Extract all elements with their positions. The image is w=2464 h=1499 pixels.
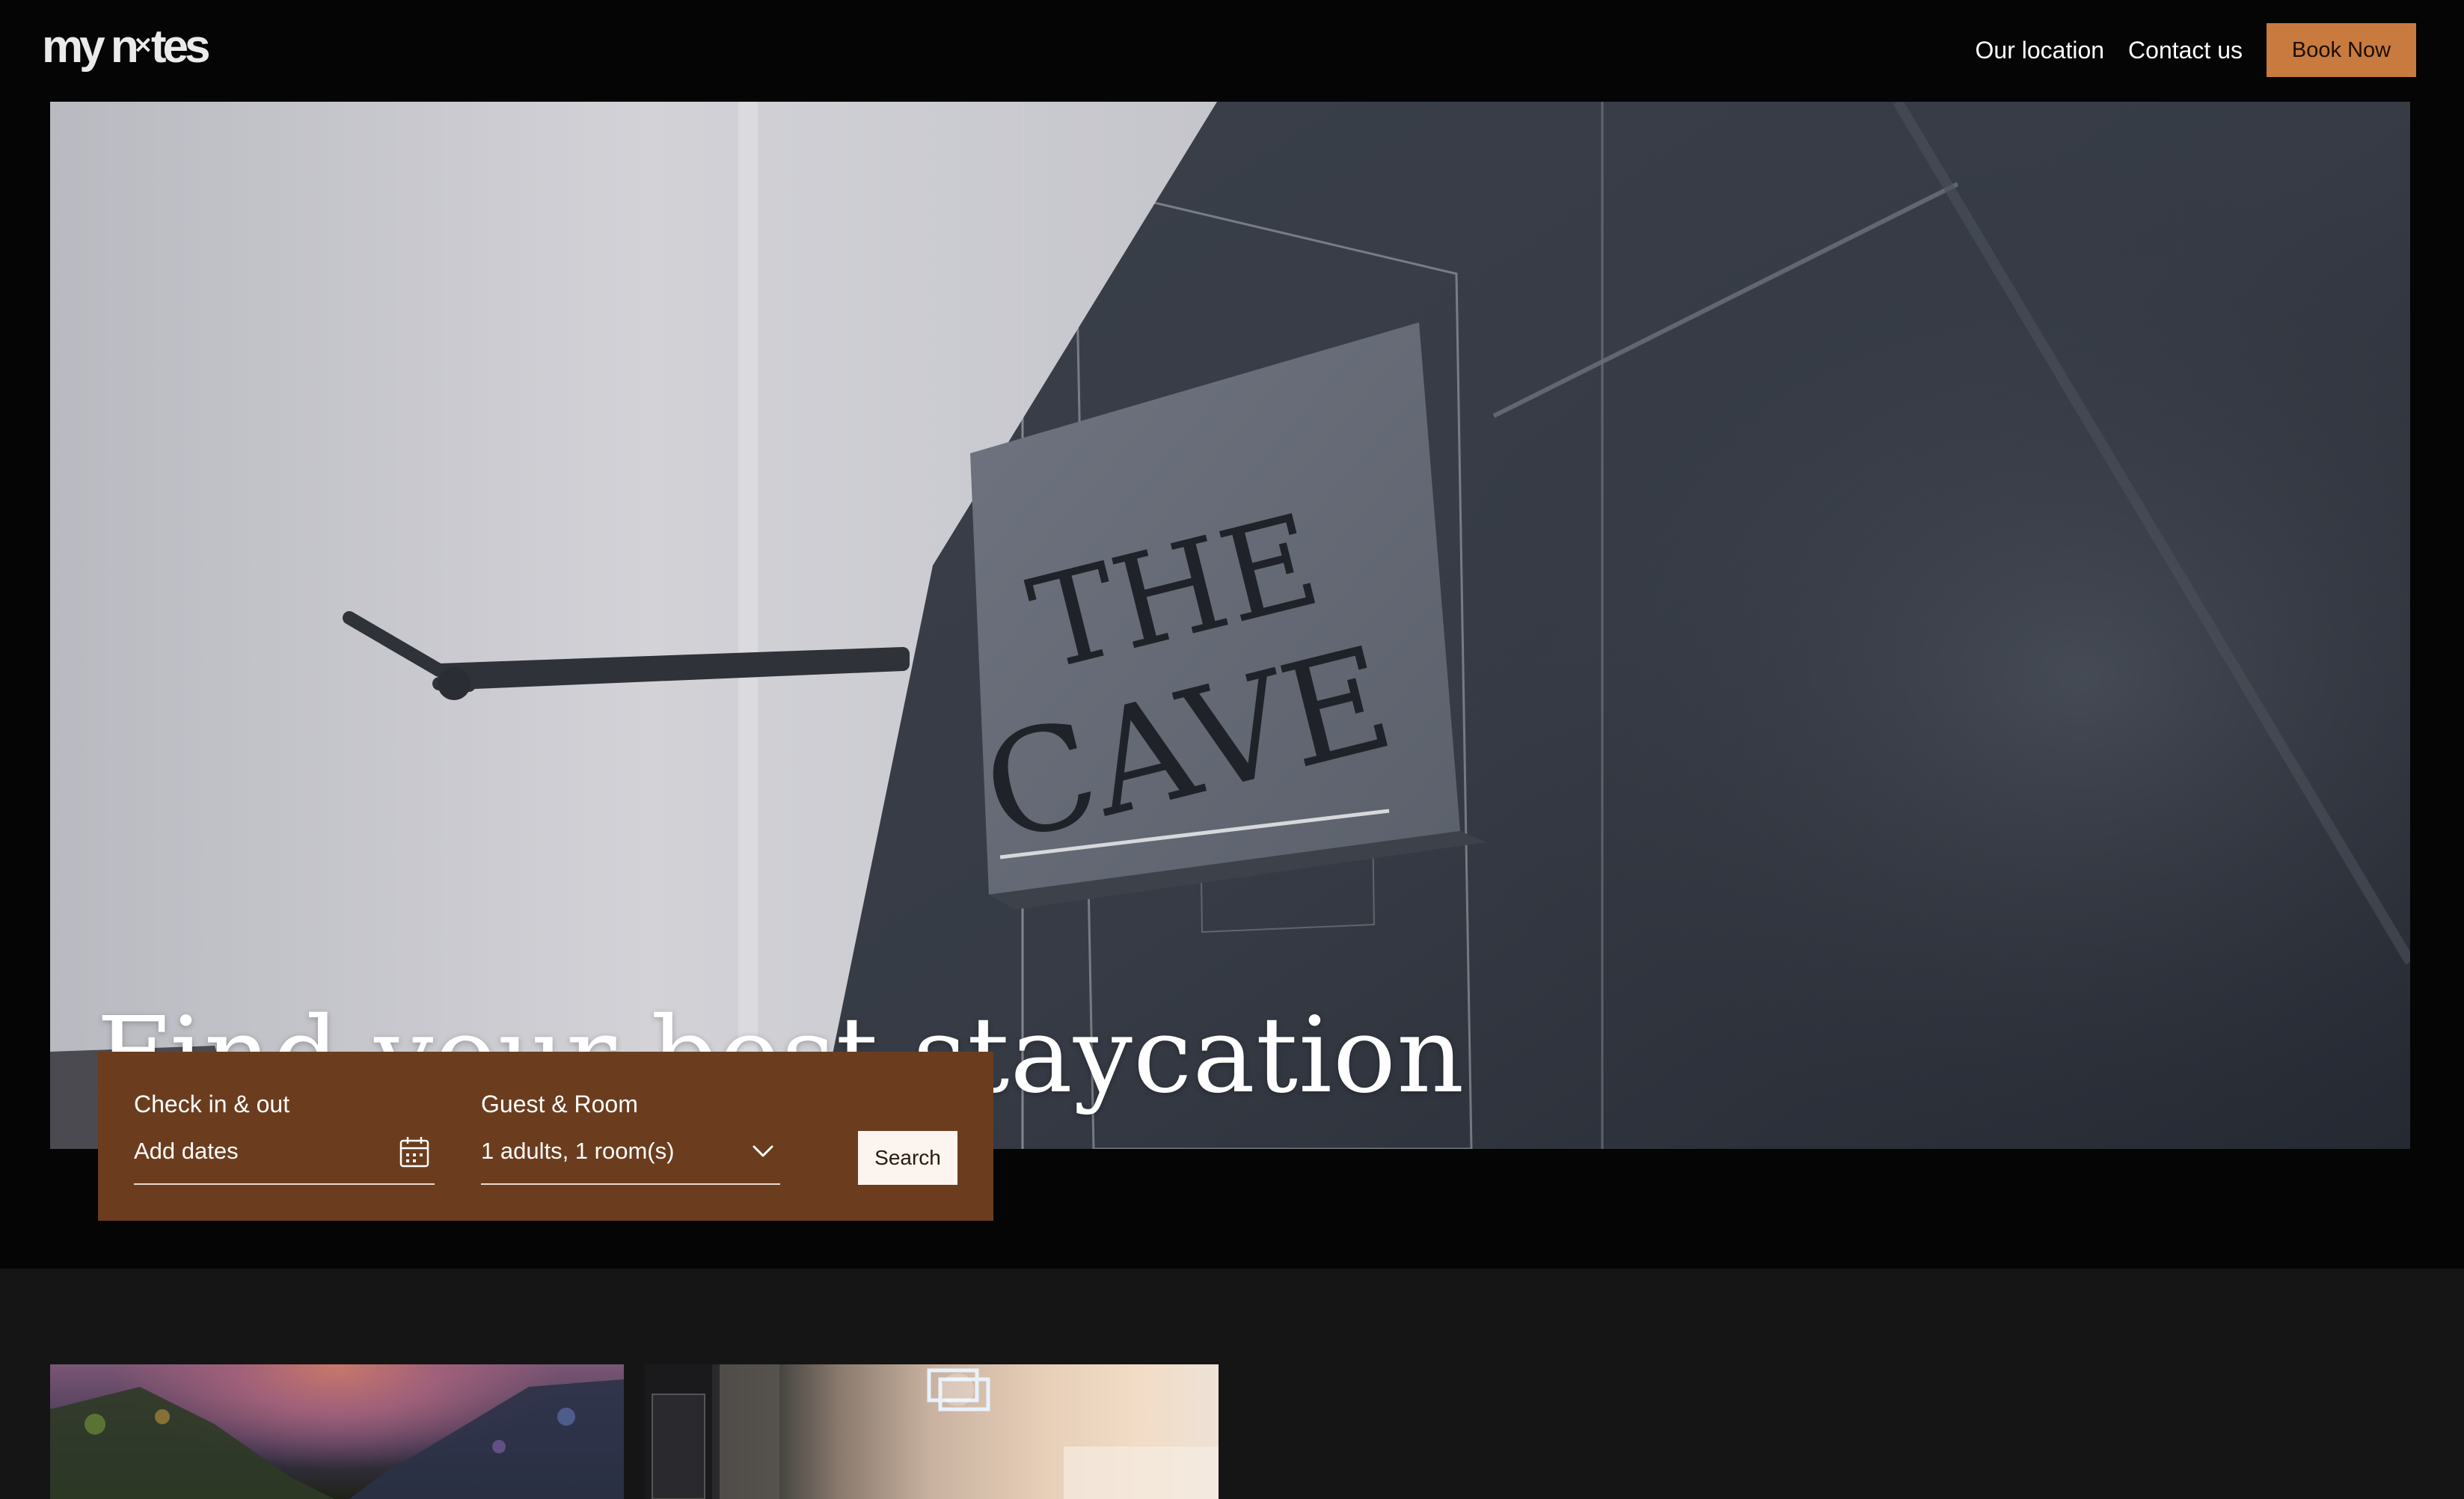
nav-link-our-location[interactable]: Our location	[1976, 37, 2105, 64]
calendar-icon[interactable]	[399, 1135, 430, 1168]
booking-search-panel: Check in & out Add dates Guest & Room 1 …	[98, 1052, 993, 1221]
logo-text-left: my n	[42, 21, 139, 73]
guests-select[interactable]: 1 adults, 1 room(s)	[481, 1138, 674, 1165]
guests-field[interactable]: Guest & Room 1 adults, 1 room(s)	[481, 1052, 780, 1221]
dates-input[interactable]: Add dates	[134, 1138, 239, 1165]
hero-image: THE CAVE	[50, 102, 2410, 1149]
nav-link-contact-us[interactable]: Contact us	[2128, 37, 2243, 64]
card-location-room[interactable]	[645, 1364, 1219, 1499]
chevron-down-icon[interactable]	[750, 1140, 776, 1162]
hero-banner: THE CAVE Find your best staycation	[50, 102, 2410, 1149]
garden-image	[50, 1379, 624, 1499]
card-location-garden[interactable]	[50, 1364, 624, 1499]
nav-links: Our location Contact us Book Now	[1976, 23, 2416, 77]
guests-underline	[481, 1183, 780, 1185]
search-button[interactable]: Search	[858, 1131, 957, 1185]
logo-mark: ✕	[133, 34, 153, 58]
dates-underline	[134, 1183, 435, 1185]
dates-field[interactable]: Check in & out Add dates	[134, 1052, 435, 1221]
top-nav: my n✕tes Our location Contact us Book No…	[0, 0, 2464, 102]
guests-label: Guest & Room	[481, 1091, 638, 1118]
page: my n✕tes Our location Contact us Book No…	[0, 0, 2464, 1499]
logo[interactable]: my n✕tes	[42, 21, 211, 82]
logo-text-right: tes	[150, 21, 211, 73]
dates-label: Check in & out	[134, 1091, 290, 1118]
book-now-button[interactable]: Book Now	[2267, 23, 2416, 77]
room-image	[645, 1364, 1219, 1499]
locations-section	[0, 1269, 2464, 1499]
